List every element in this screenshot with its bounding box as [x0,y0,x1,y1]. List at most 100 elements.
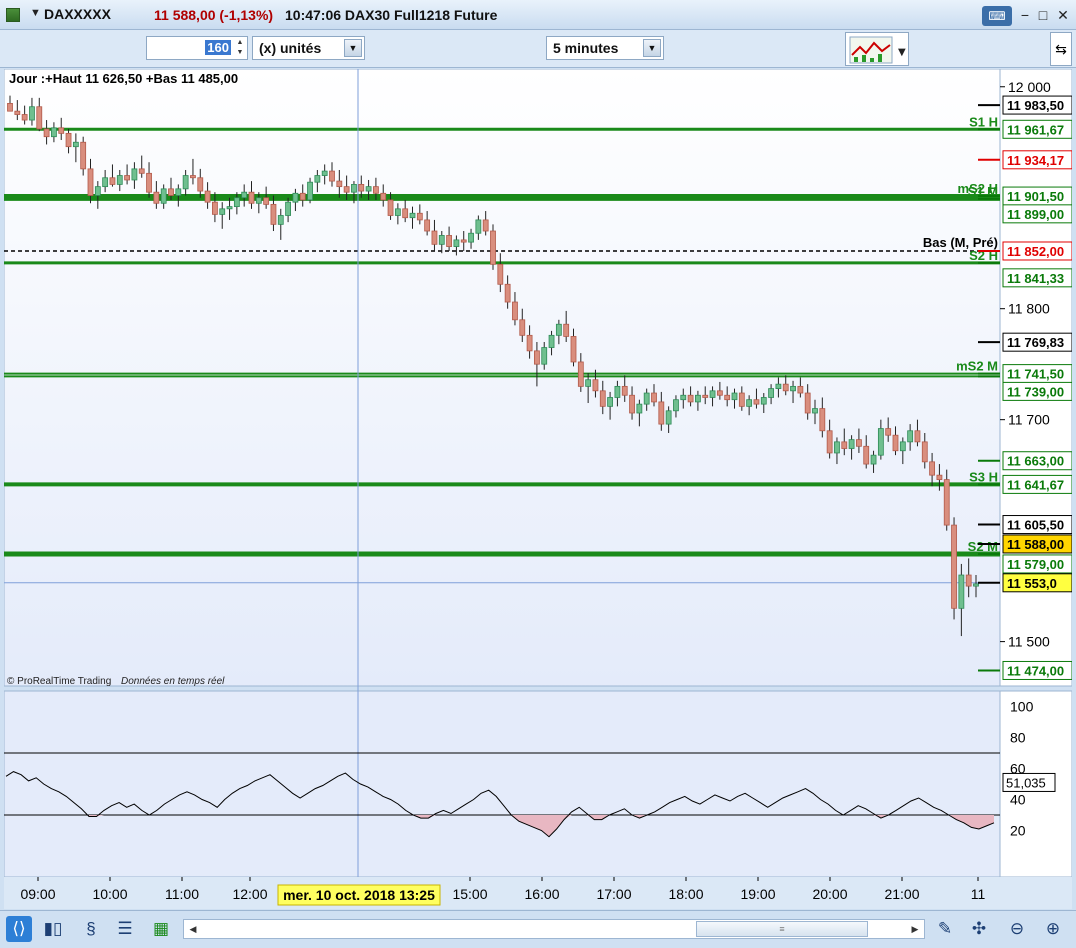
scroll-left-icon[interactable]: ◀ [185,921,201,937]
grid-icon[interactable]: ▦ [148,916,174,942]
candle-body [255,197,262,204]
candle-body [870,454,877,465]
candle-body [965,574,972,587]
scroll-right-icon[interactable]: ▶ [907,921,923,937]
chart-type-button[interactable]: ▼ [845,32,909,66]
time-tick-label: 21:00 [884,886,919,902]
resize-arrows-icon[interactable]: ✣ [966,916,992,942]
candle-body [402,208,409,219]
units-value[interactable]: 160 [205,40,231,55]
candle-body [936,474,943,480]
candle-body [716,390,723,396]
candle-body [782,383,789,392]
drawing-tool-icon[interactable]: ✎ [932,916,958,942]
level-label: 11 553,0 [1007,576,1057,591]
zoom-out-icon[interactable]: ⊖ [1004,916,1030,942]
candle-body [387,199,394,216]
candle-body [358,184,365,192]
indicator-icon[interactable]: § [78,916,104,942]
rsi-panel[interactable] [3,690,1001,878]
candle-body [680,394,687,401]
minimize-icon[interactable]: − [1016,6,1034,24]
price-tick-label: 11 800 [1008,301,1050,317]
candle-body [431,230,438,245]
candle-body [629,394,635,414]
candle-body [153,191,160,204]
candle-body [51,127,57,138]
units-select[interactable]: (x) unités ▼ [252,36,365,60]
list-icon[interactable]: ☰ [112,916,138,942]
candle-body [819,408,826,432]
instrument-symbol[interactable]: DAXXXXX [44,6,111,22]
candle-body [592,379,599,392]
level-label: 11 588,00 [1007,537,1064,552]
time-tick-label: 17:00 [596,886,631,902]
bottom-toolbar: ⟨⟩ ▮▯ § ☰ ▦ ◀ ≡ ▶ ✎ ✣ ⊖ ⊕ [0,910,1076,948]
candle-body [175,188,182,196]
level-label: 11 741,50 [1007,367,1064,382]
candle-body [841,441,848,449]
svg-text:▼: ▼ [898,47,906,58]
candle-body [365,186,372,192]
share-icon[interactable]: ⟨⟩ [6,916,32,942]
level-label: 11 579,00 [1007,557,1064,572]
candle-body [958,574,965,609]
symbol-menu-chevron-icon[interactable]: ▼ [30,7,41,19]
chevron-down-icon[interactable]: ▼ [344,39,362,57]
price-chart[interactable]: S1 HmS2 HS1 MBas (M, Pré)S2 HmS2 MS3 HS2… [3,68,1073,909]
scroll-thumb[interactable]: ≡ [696,921,868,937]
candle-body [526,334,533,352]
rsi-tick-label: 80 [1010,730,1026,746]
candle-body [138,168,145,174]
spinner-arrows-icon[interactable]: ▲ ▼ [234,38,246,58]
window-grip-icon[interactable] [6,8,20,22]
candle-body [746,399,753,407]
time-tick-label: 19:00 [740,886,775,902]
level-label: 11 901,50 [1007,189,1064,204]
close-icon[interactable]: ✕ [1054,6,1072,24]
timeframe-label: 5 minutes [553,40,619,56]
level-label: 11 641,67 [1007,477,1064,492]
rsi-value: 51,035 [1006,775,1046,790]
candle-body [168,188,174,196]
candle-body [548,334,555,348]
candle-body [856,439,862,447]
candle-body [72,141,79,148]
units-spinner[interactable]: 160 ▲ ▼ [146,36,248,60]
candle-body [270,203,277,225]
chart-header: Jour :+Haut 11 626,50 +Bas 11 485,00 [9,71,238,86]
level-label: 11 841,33 [1007,271,1064,286]
candle-body [512,301,518,321]
keyboard-icon[interactable]: ⌨ [982,6,1012,26]
candle-body [877,428,884,456]
level-label: 11 474,00 [1007,663,1064,678]
candle-body [80,141,87,170]
timeframe-select[interactable]: 5 minutes ▼ [546,36,664,60]
level-label: 11 899,00 [1007,207,1064,222]
candle-body [314,175,321,183]
candle-body [929,461,935,476]
candle-body [665,410,672,425]
candle-body [951,524,957,609]
price-panel[interactable] [3,68,1001,687]
horizontal-scrollbar[interactable]: ◀ ≡ ▶ [183,919,925,939]
candle-body [943,479,950,526]
candle-body [292,192,299,203]
chevron-down-icon[interactable]: ▼ [643,39,661,57]
candle-body [21,114,28,121]
layout-icon[interactable]: ▮▯ [40,916,66,942]
zoom-in-icon[interactable]: ⊕ [1040,916,1066,942]
side-panel-icon[interactable]: ⇆ [1050,32,1072,66]
candle-body [65,132,72,148]
candle-body [373,186,379,194]
candle-body [307,181,313,201]
time-tick-label: 20:00 [812,886,847,902]
candle-body [607,397,613,407]
candle-body [409,212,416,219]
level-label: 11 934,17 [1007,153,1064,168]
maximize-icon[interactable]: □ [1034,6,1052,24]
candle-body [614,385,621,398]
candle-body [248,191,255,204]
candle-body [424,219,431,232]
candle-body [504,283,511,303]
